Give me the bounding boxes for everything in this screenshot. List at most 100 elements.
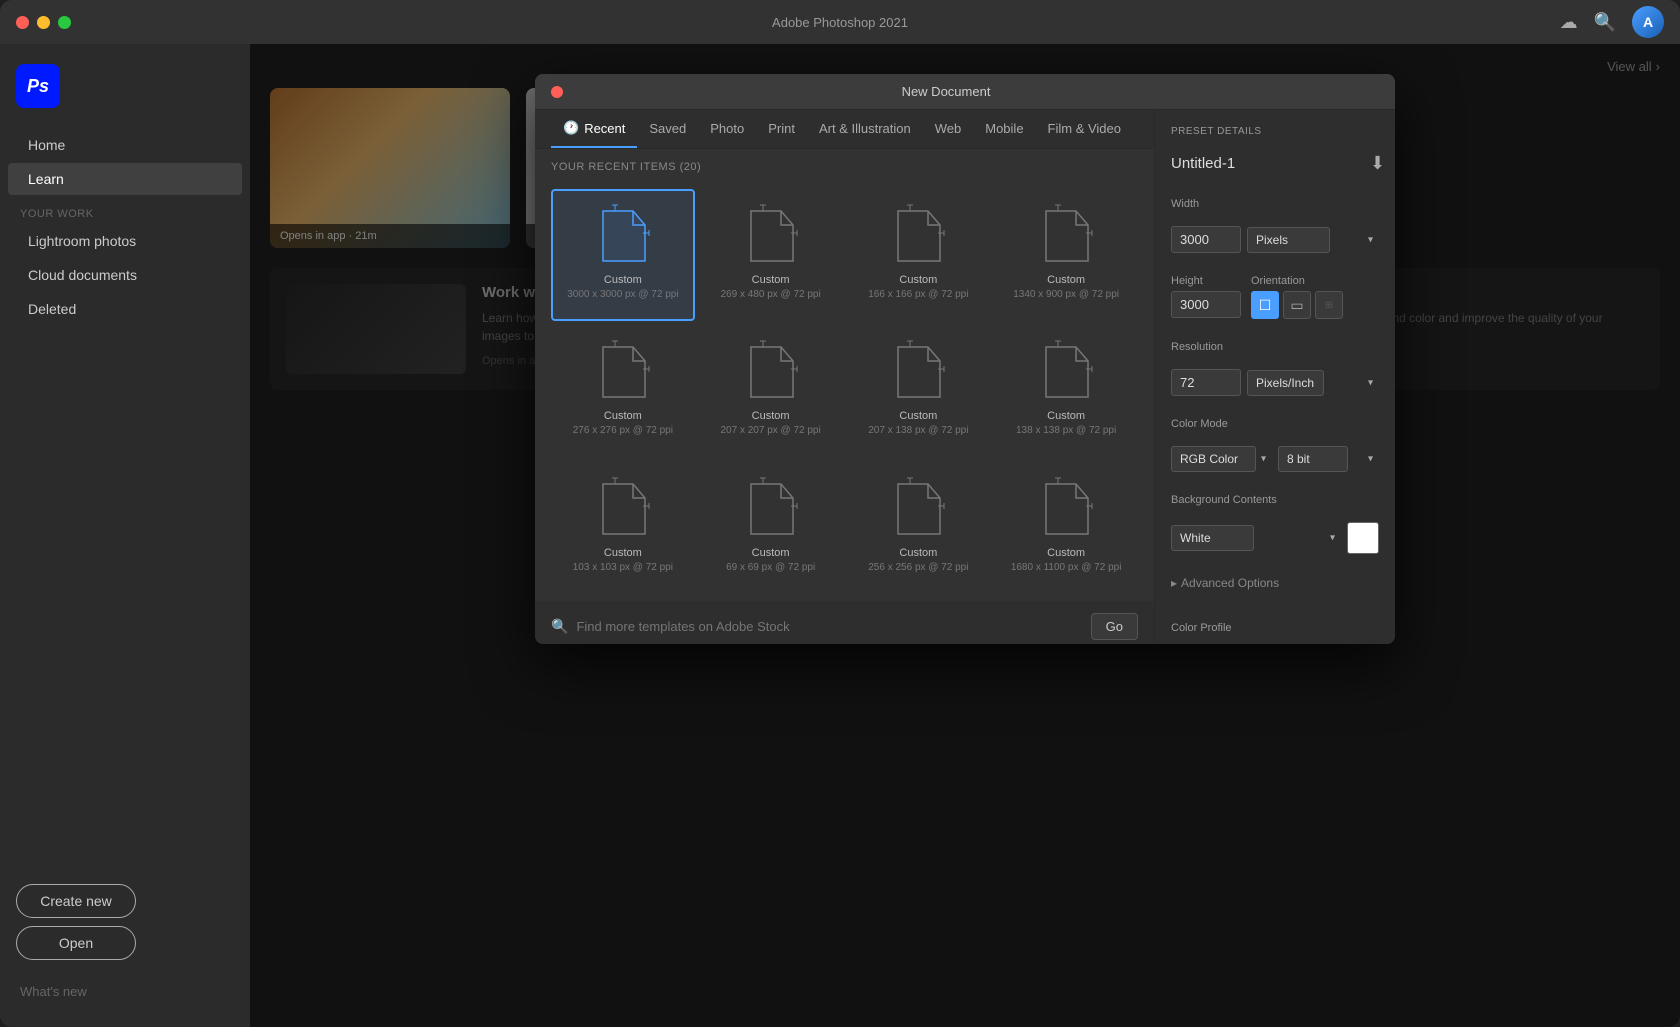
preset-name-6: Custom (752, 410, 790, 422)
preset-dims-9: 103 x 103 px @ 72 ppi (573, 561, 673, 574)
width-input[interactable] (1171, 226, 1241, 253)
bit-depth-select[interactable]: 8 bit 16 bit 32 bit (1278, 446, 1348, 472)
tab-mobile[interactable]: Mobile (973, 110, 1035, 148)
sidebar-item-deleted[interactable]: Deleted (8, 293, 242, 325)
preset-name-2: Custom (752, 274, 790, 286)
minimize-button[interactable] (37, 16, 50, 29)
tab-web[interactable]: Web (923, 110, 974, 148)
height-orientation-row: Height Orientation ☐ ▭ ⊞ (1171, 275, 1379, 319)
tab-saved[interactable]: Saved (637, 110, 698, 148)
color-profile-label: Color Profile (1171, 622, 1379, 634)
resolution-label: Resolution (1171, 341, 1379, 353)
landscape-button[interactable]: ▭ (1283, 291, 1311, 319)
open-button[interactable]: Open (16, 926, 136, 960)
tab-recent[interactable]: 🕐 Recent (551, 110, 637, 148)
preset-name-field[interactable] (1171, 155, 1370, 172)
preset-item-6[interactable]: Custom 207 x 207 px @ 72 ppi (699, 325, 843, 457)
width-row: Pixels Inches Centimeters (1171, 226, 1379, 253)
bit-depth-wrapper: 8 bit 16 bit 32 bit (1278, 446, 1379, 472)
preset-name-10: Custom (752, 547, 790, 559)
preset-item-10[interactable]: Custom 69 x 69 px @ 72 ppi (699, 462, 843, 594)
preset-dims-11: 256 x 256 px @ 72 ppi (868, 561, 968, 574)
preset-item-9[interactable]: Custom 103 x 103 px @ 72 ppi (551, 462, 695, 594)
resolution-unit-select[interactable]: Pixels/Inch Pixels/Cm (1247, 370, 1324, 396)
preset-icon-8 (1036, 339, 1096, 404)
preset-icon-11 (888, 476, 948, 541)
orientation-group: Orientation ☐ ▭ ⊞ (1251, 275, 1379, 319)
modal-title: New Document (902, 84, 991, 99)
recent-header: YOUR RECENT ITEMS (20) (535, 149, 1154, 181)
bg-contents-select[interactable]: White Black Transparent (1171, 525, 1254, 551)
sidebar-item-learn[interactable]: Learn (8, 163, 242, 195)
search-icon: 🔍 (551, 618, 568, 635)
create-new-button[interactable]: Create new (16, 884, 136, 918)
tab-art[interactable]: Art & Illustration (807, 110, 923, 148)
preset-icon-9 (593, 476, 653, 541)
modal-title-bar: New Document (535, 74, 1395, 110)
bg-contents-row: White Black Transparent (1171, 522, 1379, 554)
modal-overlay: New Document 🕐 Recent (250, 44, 1680, 1027)
artboard-button[interactable]: ⊞ (1315, 291, 1343, 319)
resolution-input[interactable] (1171, 369, 1241, 396)
tab-film[interactable]: Film & Video (1036, 110, 1133, 148)
modal-tabs: 🕐 Recent Saved Photo Prin (535, 110, 1154, 149)
height-group: Height (1171, 275, 1241, 318)
height-label: Height (1171, 275, 1241, 287)
width-unit-select[interactable]: Pixels Inches Centimeters (1247, 227, 1330, 253)
bg-contents-wrapper: White Black Transparent (1171, 525, 1341, 551)
preset-item-12[interactable]: Custom 1680 x 1100 px @ 72 ppi (994, 462, 1138, 594)
width-unit-wrapper: Pixels Inches Centimeters (1247, 227, 1379, 253)
clock-icon: 🕐 (563, 120, 579, 136)
preset-dims-3: 166 x 166 px @ 72 ppi (868, 288, 968, 301)
modal-traffic-lights (551, 86, 563, 98)
preset-dims-2: 269 x 480 px @ 72 ppi (721, 288, 821, 301)
height-input[interactable] (1171, 291, 1241, 318)
preset-name-9: Custom (604, 547, 642, 559)
preset-item-7[interactable]: Custom 207 x 138 px @ 72 ppi (847, 325, 991, 457)
go-button[interactable]: Go (1091, 613, 1138, 640)
modal-body: 🕐 Recent Saved Photo Prin (535, 110, 1395, 644)
cloud-icon[interactable]: ☁ (1560, 12, 1578, 33)
preset-name-8: Custom (1047, 410, 1085, 422)
fullscreen-button[interactable] (58, 16, 71, 29)
tab-photo[interactable]: Photo (698, 110, 756, 148)
preset-item-3[interactable]: Custom 166 x 166 px @ 72 ppi (847, 189, 991, 321)
preset-item-2[interactable]: Custom 269 x 480 px @ 72 ppi (699, 189, 843, 321)
preset-dims-6: 207 x 207 px @ 72 ppi (721, 424, 821, 437)
preset-icon-6 (741, 339, 801, 404)
color-mode-select[interactable]: RGB Color CMYK Color Grayscale (1171, 446, 1256, 472)
avatar[interactable]: A (1632, 6, 1664, 38)
title-bar-actions: ☁ 🔍 A (1560, 6, 1664, 38)
preset-details-label: PRESET DETAILS (1171, 126, 1379, 137)
preset-dims-8: 138 x 138 px @ 72 ppi (1016, 424, 1116, 437)
save-preset-button[interactable]: ⬇ (1370, 153, 1385, 174)
preset-icon-2 (741, 203, 801, 268)
preset-name-3: Custom (899, 274, 937, 286)
preset-item-8[interactable]: Custom 138 x 138 px @ 72 ppi (994, 325, 1138, 457)
modal-left-panel: 🕐 Recent Saved Photo Prin (535, 110, 1155, 644)
bg-color-swatch[interactable] (1347, 522, 1379, 554)
sidebar-item-home[interactable]: Home (8, 129, 242, 161)
portrait-button[interactable]: ☐ (1251, 291, 1279, 319)
search-input[interactable] (576, 619, 1082, 634)
preset-dims-10: 69 x 69 px @ 72 ppi (726, 561, 815, 574)
preset-item-11[interactable]: Custom 256 x 256 px @ 72 ppi (847, 462, 991, 594)
bg-contents-label: Background Contents (1171, 494, 1379, 506)
close-button[interactable] (16, 16, 29, 29)
tab-print[interactable]: Print (756, 110, 807, 148)
advanced-options-toggle[interactable]: ▸ Advanced Options (1171, 576, 1379, 590)
sidebar-item-cloud[interactable]: Cloud documents (8, 259, 242, 291)
modal-close-button[interactable] (551, 86, 563, 98)
sidebar-item-lightroom[interactable]: Lightroom photos (8, 225, 242, 257)
preset-item-1[interactable]: Custom 3000 x 3000 px @ 72 ppi (551, 189, 695, 321)
preset-item-5[interactable]: Custom 276 x 276 px @ 72 ppi (551, 325, 695, 457)
sidebar-section-your-work: YOUR WORK (0, 196, 250, 224)
whats-new-link[interactable]: What's new (0, 976, 250, 1007)
preset-name-row: ⬇ (1171, 153, 1379, 174)
preset-icon-4 (1036, 203, 1096, 268)
preset-item-4[interactable]: Custom 1340 x 900 px @ 72 ppi (994, 189, 1138, 321)
preset-name-11: Custom (899, 547, 937, 559)
modal-search-bar: 🔍 Go (535, 602, 1154, 644)
search-icon[interactable]: 🔍 (1594, 12, 1616, 33)
preset-icon-1 (593, 203, 653, 268)
